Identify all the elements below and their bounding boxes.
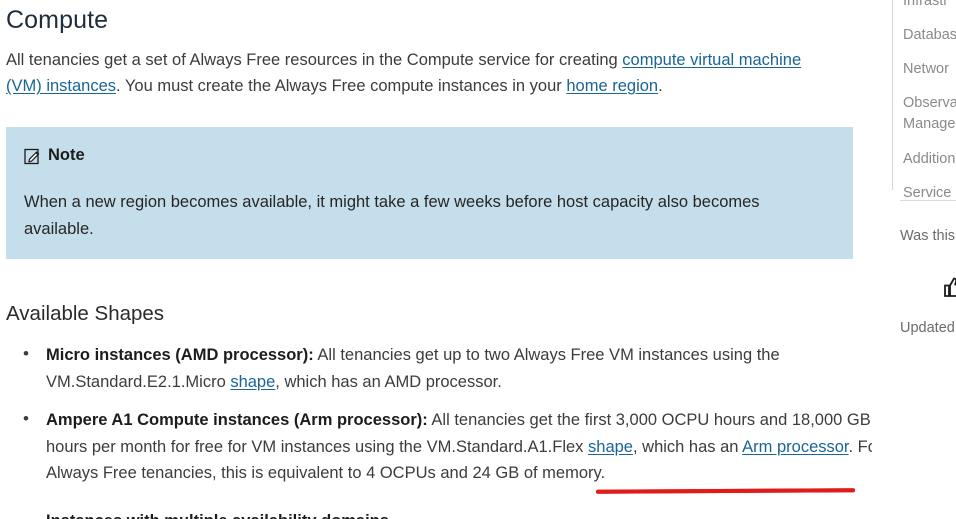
link-home-region[interactable]: home region bbox=[566, 77, 658, 95]
note-body: When a new region becomes available, it … bbox=[24, 193, 760, 238]
bullet-text-b: , which has an bbox=[632, 437, 743, 456]
table-of-contents: Infrastr Databas Networ Observa Manage A… bbox=[892, 0, 956, 201]
note-header: Note bbox=[24, 143, 835, 165]
toc-item-infrastructure[interactable]: Infrastr bbox=[903, 0, 956, 11]
right-sidebar: Infrastr Databas Networ Observa Manage A… bbox=[892, 0, 956, 519]
intro-text-part3: . bbox=[658, 77, 663, 95]
toc-item-observability-management[interactable]: Observa Manage bbox=[903, 93, 956, 135]
intro-paragraph: All tenancies get a set of Always Free r… bbox=[0, 35, 806, 99]
toc-item-networking[interactable]: Networ bbox=[903, 59, 956, 79]
bullet-text-b: , which has an AMD processor. bbox=[275, 372, 502, 391]
thumbs-up-icon[interactable] bbox=[941, 276, 956, 298]
intro-text-part1: All tenancies get a set of Always Free r… bbox=[6, 51, 623, 69]
toc-item-additional[interactable]: Addition bbox=[903, 149, 956, 169]
available-shapes-list: Micro instances (AMD processor): All ten… bbox=[0, 341, 872, 499]
list-item: Micro instances (AMD processor): All ten… bbox=[23, 341, 872, 395]
bullet-lead-micro-instances: Micro instances (AMD processor): bbox=[46, 346, 314, 364]
feedback-question: Was this bbox=[900, 228, 956, 244]
note-pencil-icon bbox=[24, 148, 41, 165]
toc-item-database[interactable]: Databas bbox=[903, 25, 956, 45]
link-shape-a1-flex[interactable]: shape bbox=[588, 438, 633, 456]
page-title: Compute bbox=[6, 6, 109, 34]
highlighted-spec-text: 4 OCPUs and 24 GB of memory bbox=[366, 464, 601, 483]
list-item: Ampere A1 Compute instances (Arm process… bbox=[23, 406, 872, 487]
sidebar-divider bbox=[900, 200, 956, 201]
article-content: Compute All tenancies get a set of Alway… bbox=[0, 0, 872, 519]
clipped-bullet-lead: Instances with multiple availability dom… bbox=[46, 512, 389, 519]
bullet-text-d: . bbox=[600, 464, 606, 483]
link-arm-processor[interactable]: Arm processor bbox=[742, 438, 848, 456]
intro-text-part2: . You must create the Always Free comput… bbox=[116, 77, 567, 95]
updated-label: Updated bbox=[900, 320, 955, 336]
link-shape-e2-micro[interactable]: shape bbox=[230, 373, 275, 391]
bullet-lead-ampere-a1: Ampere A1 Compute instances (Arm process… bbox=[46, 411, 428, 430]
note-callout: Note When a new region becomes available… bbox=[6, 127, 853, 259]
section-heading-available-shapes: Available Shapes bbox=[6, 302, 165, 325]
note-label: Note bbox=[48, 146, 85, 164]
documentation-page: Compute All tenancies get a set of Alway… bbox=[0, 0, 956, 519]
clipped-next-bullet: Instances with multiple availability dom… bbox=[46, 508, 856, 519]
